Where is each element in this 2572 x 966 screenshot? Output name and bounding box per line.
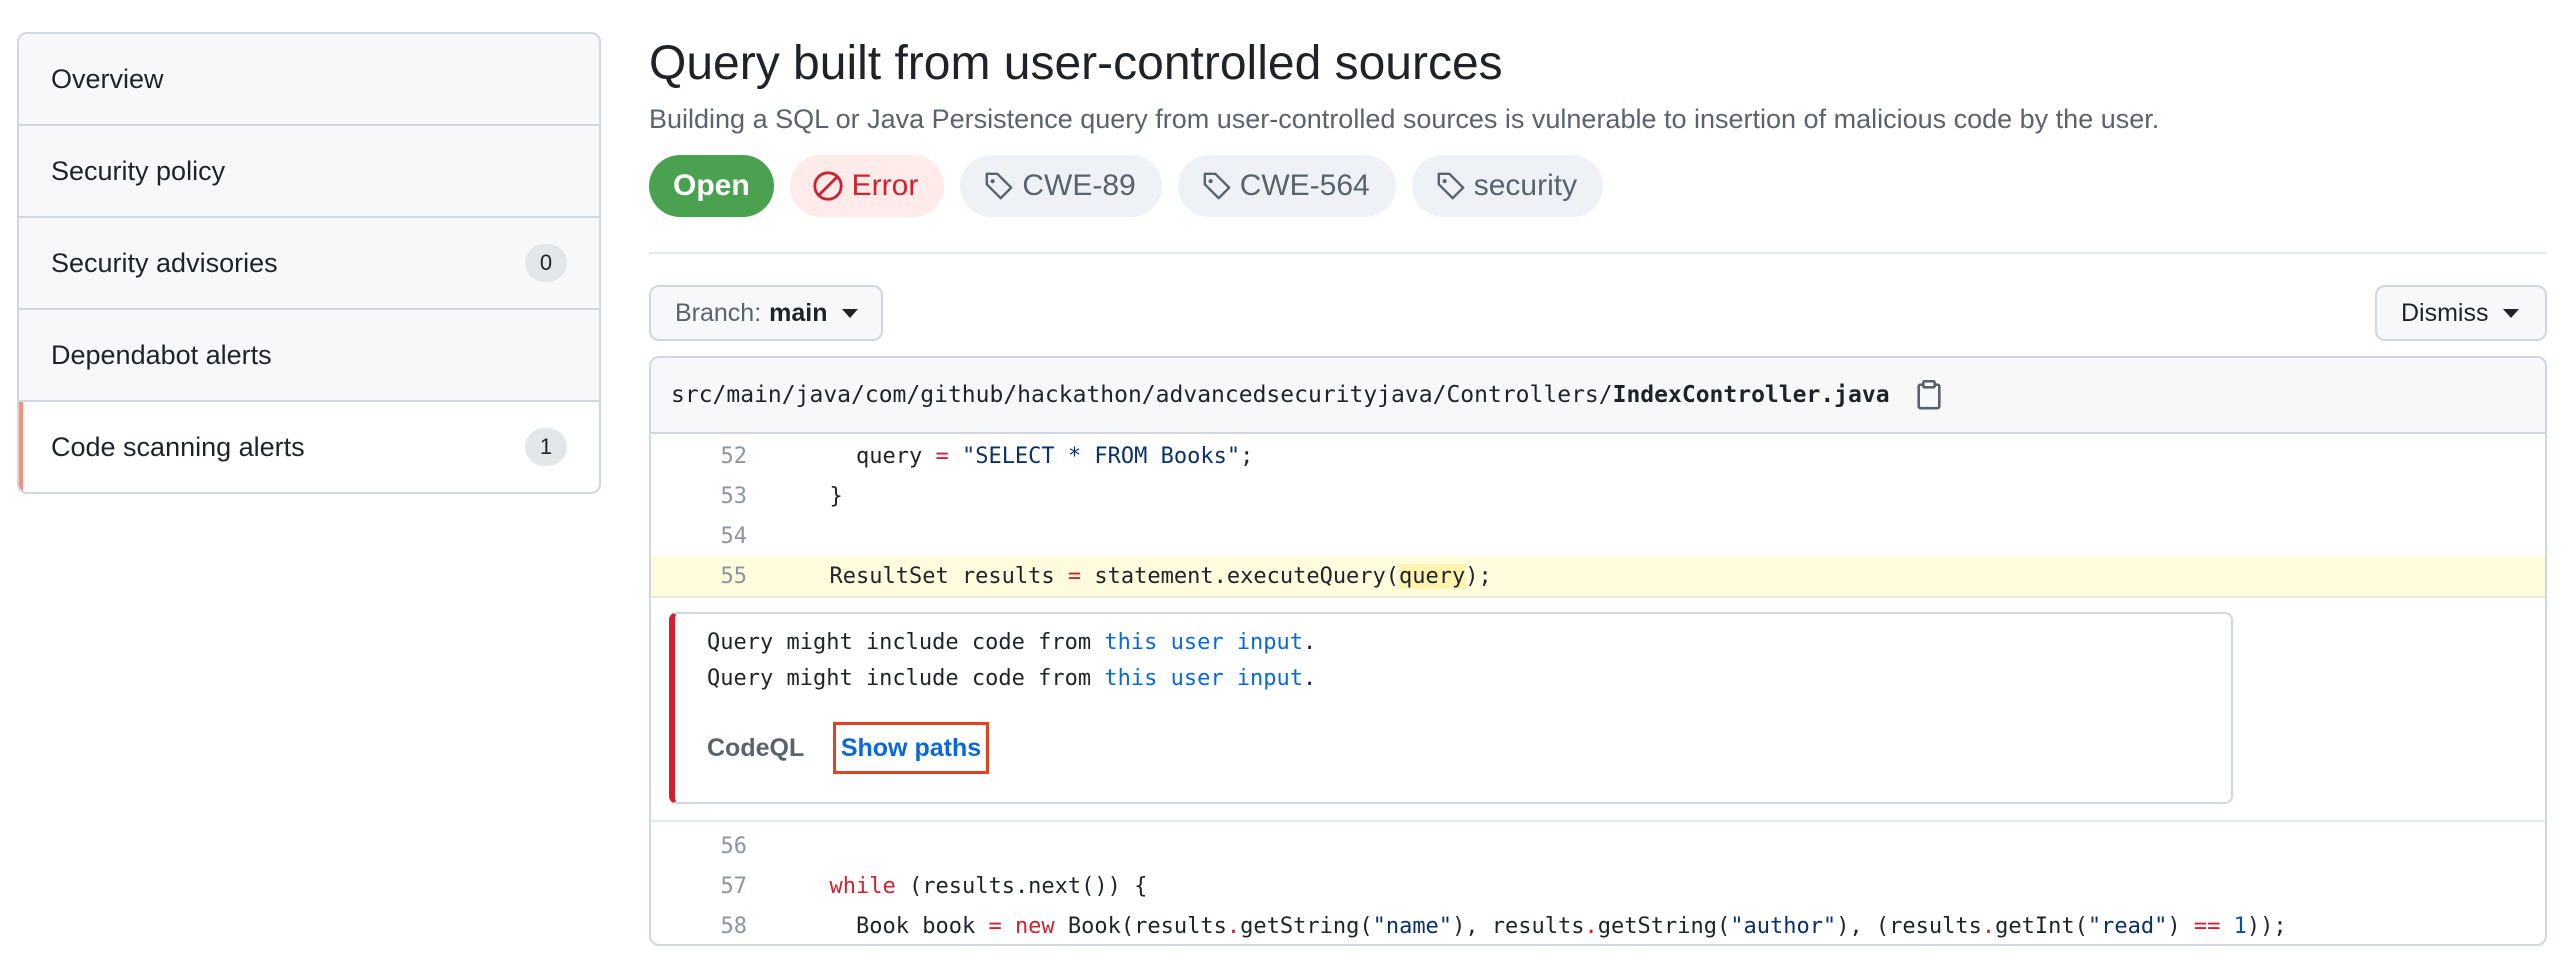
alert-annotation-row: Query might include code from this user … [651, 596, 2545, 822]
line-number: 58 [720, 913, 748, 939]
sidebar-item-security-policy[interactable]: Security policy [19, 126, 599, 218]
tag-label: CWE-564 [1239, 169, 1370, 202]
line-number: 53 [720, 483, 748, 509]
code-text: } [803, 483, 843, 509]
line-number: 56 [720, 833, 748, 859]
code-snippet: src/main/java/com/github/hackathon/advan… [649, 356, 2547, 946]
code-line: 56 [651, 826, 2545, 866]
sidebar-item-label: Security advisories [51, 247, 278, 278]
line-number: 55 [720, 563, 748, 589]
dismiss-label: Dismiss [2401, 298, 2489, 327]
sidebar-item-security-advisories[interactable]: Security advisories 0 [19, 218, 599, 310]
alert-description: Building a SQL or Java Persistence query… [649, 104, 2160, 134]
clipboard-icon[interactable] [1914, 379, 1944, 411]
code-text: ResultSet results = statement.executeQue… [803, 563, 1492, 589]
sidebar-item-overview[interactable]: Overview [19, 34, 599, 126]
severity-badge: Error [789, 155, 945, 217]
code-line: 53 } [651, 476, 2545, 516]
alert-message: Query might include code from this user … [707, 666, 1317, 691]
code-text: Book book = new Book(results.getString("… [803, 913, 2287, 939]
tag-security[interactable]: security [1411, 155, 1604, 217]
file-header: src/main/java/com/github/hackathon/advan… [651, 358, 2545, 434]
alert-message: Query might include code from this user … [707, 630, 1317, 655]
tag-label: CWE-89 [1022, 169, 1136, 202]
tag-label: security [1473, 169, 1578, 202]
counter-badge: 1 [525, 428, 567, 466]
code-text: while (results.next()) { [829, 873, 1148, 899]
sidebar-item-label: Code scanning alerts [51, 431, 305, 462]
code-line: 52 query = "SELECT * FROM Books"; [651, 436, 2545, 476]
branch-select-button[interactable]: Branch: main [649, 285, 883, 341]
repo-security-sidebar: Overview Security policy Security adviso… [17, 32, 601, 494]
sidebar-item-dependabot-alerts[interactable]: Dependabot alerts [19, 310, 599, 402]
sidebar-item-label: Dependabot alerts [51, 339, 272, 370]
file-path: src/main/java/com/github/hackathon/advan… [671, 382, 1613, 408]
status-badge: Open [649, 155, 774, 217]
sidebar-item-label: Security policy [51, 155, 226, 186]
branch-value: main [769, 298, 828, 327]
alert-labels: Open Error CWE-89 CWE-564 security [649, 155, 1604, 217]
code-line: 54 [651, 516, 2545, 556]
caret-down-icon [841, 308, 858, 318]
show-paths-button[interactable]: Show paths [833, 722, 989, 774]
code-line: 58 Book book = new Book(results.getStrin… [651, 906, 2545, 944]
tag-cwe-564[interactable]: CWE-564 [1177, 155, 1396, 217]
line-number: 54 [720, 523, 748, 549]
tag-cwe-89[interactable]: CWE-89 [960, 155, 1162, 217]
stop-icon [813, 171, 843, 201]
file-name[interactable]: IndexController.java [1613, 382, 1890, 408]
user-input-link[interactable]: this user input [1104, 630, 1303, 655]
line-number: 57 [720, 873, 748, 899]
divider [649, 252, 2547, 254]
sidebar-item-code-scanning-alerts[interactable]: Code scanning alerts 1 [19, 402, 599, 492]
dismiss-button[interactable]: Dismiss [2375, 285, 2547, 341]
caret-down-icon [2502, 308, 2519, 318]
tag-icon [1437, 172, 1465, 200]
counter-badge: 0 [525, 244, 567, 282]
tag-icon [985, 172, 1013, 200]
sidebar-item-label: Overview [51, 63, 164, 94]
code-text: query = "SELECT * FROM Books"; [803, 443, 1254, 469]
page-title: Query built from user-controlled sources [649, 37, 1503, 90]
line-number: 52 [720, 443, 748, 469]
alert-annotation: Query might include code from this user … [669, 612, 2233, 804]
code-line: 57 while (results.next()) { [651, 866, 2545, 906]
tool-name: CodeQL [707, 734, 805, 762]
code-line-highlighted: 55 ResultSet results = statement.execute… [651, 556, 2545, 596]
branch-label: Branch: [675, 298, 762, 327]
tag-icon [1203, 172, 1231, 200]
severity-label: Error [851, 169, 919, 202]
user-input-link[interactable]: this user input [1104, 666, 1303, 691]
